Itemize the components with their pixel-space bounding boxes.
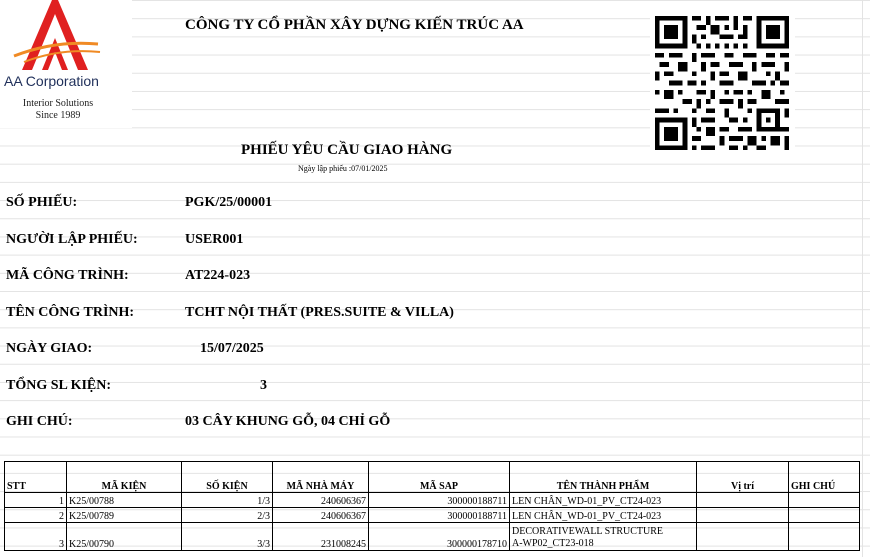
cell-stt: 2 [4,507,67,523]
ngay-giao-value: 15/07/2025 [200,341,264,356]
ma-cong-trinh-label: MÃ CÔNG TRÌNH: [6,268,129,283]
ngay-giao-label: NGÀY GIAO: [6,341,93,356]
so-phieu-label: SỐ PHIẾU: [6,195,78,210]
ten-thanh-pham-line-1: DECORATIVEWALL STRUCTURE [512,526,664,537]
header-vi-tri: Vị trí [696,461,789,493]
company-logo: AA Corporation Interior Solutions Since … [0,0,130,128]
ten-cong-trinh-value: TCHT NỘI THẤT (PRES.SUITE & VILLA) [185,305,454,320]
logo-tagline: Interior Solutions [22,98,94,109]
cell-ma-nha-may: 231008245 [272,522,369,551]
table-row: 3 K25/00790 3/3 231008245 300000178710 D… [4,522,860,551]
items-table: STT MÃ KIỆN SỐ KIỆN MÃ NHÀ MÁY MÃ SAP TÊ… [4,461,860,551]
cell-ma-sap: 300000178710 [368,522,510,551]
cell-vi-tri [696,492,789,508]
so-phieu-value: PGK/25/00001 [185,195,273,210]
cell-ma-nha-may: 240606367 [272,507,369,523]
cell-ten-thanh-pham: LEN CHÂN_WD-01_PV_CT24-023 [509,507,697,523]
header-ma-sap: MÃ SAP [368,461,510,493]
table-row: 2 K25/00789 2/3 240606367 300000188711 L… [4,507,860,523]
ghi-chu-label: GHI CHÚ: [6,414,73,429]
header-ma-nha-may: MÃ NHÀ MÁY [272,461,369,493]
ten-cong-trinh-label: TÊN CÔNG TRÌNH: [6,305,135,320]
cell-vi-tri [696,507,789,523]
header-ten-thanh-pham: TÊN THÀNH PHẨM [509,461,697,493]
cell-stt: 3 [4,522,67,551]
table-header-row: STT MÃ KIỆN SỐ KIỆN MÃ NHÀ MÁY MÃ SAP TÊ… [4,461,860,493]
ghi-chu-value: 03 CÂY KHUNG GỖ, 04 CHỈ GỖ [185,414,391,429]
cell-so-kien: 2/3 [181,507,273,523]
cell-so-kien: 3/3 [181,522,273,551]
tong-sl-label: TỔNG SL KIỆN: [6,378,112,393]
header-ma-kien: MÃ KIỆN [66,461,182,493]
sheet-column-line [862,0,863,557]
ma-cong-trinh-value: AT224-023 [185,268,251,283]
header-so-kien: SỐ KIỆN [181,461,273,493]
logo-name: AA Corporation [4,73,99,89]
cell-ma-kien: K25/00789 [66,507,182,523]
company-name: CÔNG TY CỔ PHẦN XÂY DỰNG KIẾN TRÚC AA [185,17,524,33]
cell-ghi-chu [788,507,860,523]
cell-vi-tri [696,522,789,551]
nguoi-lap-value: USER001 [185,232,244,247]
header-stt: STT [4,461,67,493]
qr-code-icon [655,16,789,150]
tong-sl-value: 3 [260,378,267,393]
table-row: 1 K25/00788 1/3 240606367 300000188711 L… [4,492,860,508]
cell-ma-kien: K25/00790 [66,522,182,551]
logo-since: Since 1989 [35,110,81,121]
cell-ten-thanh-pham: DECORATIVEWALL STRUCTURE A-WP02_CT23-018 [509,522,697,551]
nguoi-lap-label: NGƯỜI LẬP PHIẾU: [6,232,138,247]
cell-ghi-chu [788,522,860,551]
ten-thanh-pham-line-2: A-WP02_CT23-018 [512,538,594,549]
cell-ma-sap: 300000188711 [368,492,510,508]
cell-so-kien: 1/3 [181,492,273,508]
cell-ten-thanh-pham: LEN CHÂN_WD-01_PV_CT24-023 [509,492,697,508]
cell-stt: 1 [4,492,67,508]
cell-ghi-chu [788,492,860,508]
cell-ma-kien: K25/00788 [66,492,182,508]
cell-ma-sap: 300000188711 [368,507,510,523]
created-date: Ngày lập phiếu :07/01/2025 [298,164,388,173]
document-title: PHIẾU YÊU CẦU GIAO HÀNG [241,142,453,158]
logo-mark-icon [13,0,101,70]
header-ghi-chu: GHI CHÚ [788,461,860,493]
cell-ma-nha-may: 240606367 [272,492,369,508]
